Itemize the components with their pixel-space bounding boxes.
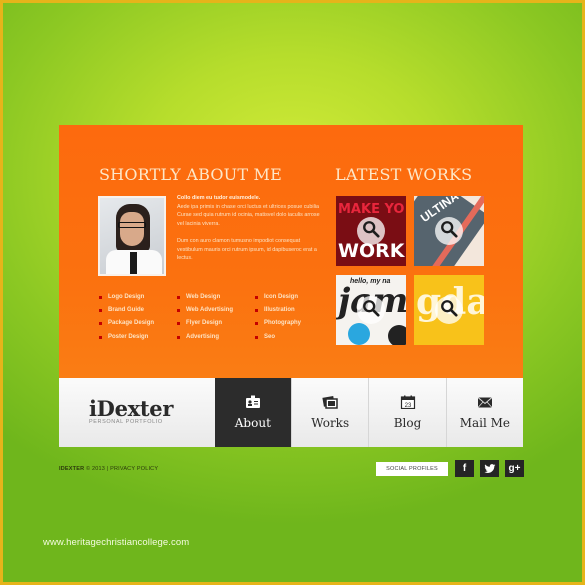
nav-label: About — [234, 416, 271, 430]
brand-name: iDexter — [89, 396, 174, 421]
footer-copyright-text[interactable]: © 2013 | PRIVACY POLICY — [86, 466, 158, 472]
work-tile-gda[interactable]: gda — [414, 275, 484, 345]
nav-label: Mail Me — [459, 416, 511, 430]
social-profiles-label: SOCIAL PROFILES — [376, 462, 448, 476]
bio-paragraph: Aede ipa primis in chase orci luctus et … — [177, 203, 320, 228]
brand-tagline: PERSONAL PORTFOLIO — [89, 419, 163, 425]
brand-logo[interactable]: iDexter PERSONAL PORTFOLIO — [59, 378, 215, 447]
service-item[interactable]: Flyer Design — [177, 317, 255, 330]
page-background: SHORTLY ABOUT ME LATEST WORKS Collo diem… — [0, 0, 585, 585]
footer-brand: IDEXTER — [59, 466, 85, 472]
services-column: Logo Design Brand Guide Package Design P… — [99, 291, 177, 344]
facebook-icon: f — [462, 463, 467, 474]
bio-text: Collo diem eu tudor euismodele. Aede ipa… — [177, 194, 327, 271]
work-tile-make-your-own-work[interactable]: MAKE YO WORK — [336, 196, 406, 266]
nav-label: Blog — [393, 416, 422, 430]
service-item[interactable]: Brand Guide — [99, 304, 177, 317]
content-panel: SHORTLY ABOUT ME LATEST WORKS Collo diem… — [59, 125, 523, 378]
watermark: www.heritagechristiancollege.com — [43, 537, 190, 548]
nav-item-blog[interactable]: 23 Blog — [368, 378, 445, 447]
bio-paragraph: Dum con auro clamon tumusno impodiot con… — [177, 237, 317, 262]
services-column: Icon Design Illustration Photography Seo — [255, 291, 325, 344]
about-title: SHORTLY ABOUT ME — [99, 165, 282, 184]
work-tile-hello-my-name-jam[interactable]: hello, my na jam — [336, 275, 406, 345]
svg-text:23: 23 — [404, 403, 411, 409]
nav-label: Works — [311, 416, 350, 430]
twitter-button[interactable] — [480, 460, 499, 477]
envelope-icon — [477, 397, 493, 408]
service-item[interactable]: Poster Design — [99, 331, 177, 344]
photos-icon — [322, 396, 338, 409]
service-item[interactable]: Icon Design — [255, 291, 325, 304]
nav-item-about[interactable]: About — [214, 378, 291, 447]
bio-lead: Collo diem eu tudor euismodele. — [177, 195, 261, 201]
nav-item-works[interactable]: Works — [291, 378, 368, 447]
id-card-icon — [245, 395, 260, 408]
work-tile-ultima-about[interactable]: ULTINA — [414, 196, 484, 266]
google-plus-button[interactable]: g+ — [505, 460, 524, 477]
services-column: Web Design Web Advertising Flyer Design … — [177, 291, 255, 344]
main-nav: iDexter PERSONAL PORTFOLIO About Works 2… — [59, 378, 523, 447]
service-item[interactable]: Package Design — [99, 317, 177, 330]
service-item[interactable]: Photography — [255, 317, 325, 330]
calendar-icon: 23 — [400, 395, 415, 409]
works-title: LATEST WORKS — [335, 165, 473, 184]
service-item[interactable]: Illustration — [255, 304, 325, 317]
magnifier-icon — [363, 300, 380, 317]
profile-photo — [98, 196, 166, 276]
service-item[interactable]: Web Advertising — [177, 304, 255, 317]
twitter-icon — [483, 463, 495, 473]
magnifier-icon — [363, 221, 380, 238]
service-item[interactable]: Web Design — [177, 291, 255, 304]
footer-copyright: IDEXTER © 2013 | PRIVACY POLICY — [59, 466, 158, 472]
service-item[interactable]: Logo Design — [99, 291, 177, 304]
services-list: Logo Design Brand Guide Package Design P… — [99, 291, 325, 344]
nav-item-mail-me[interactable]: Mail Me — [445, 378, 523, 447]
magnifier-icon — [441, 221, 458, 238]
service-item[interactable]: Seo — [255, 331, 325, 344]
google-plus-icon: g+ — [508, 463, 521, 474]
magnifier-icon — [441, 300, 458, 317]
service-item[interactable]: Advertising — [177, 331, 255, 344]
facebook-button[interactable]: f — [455, 460, 474, 477]
